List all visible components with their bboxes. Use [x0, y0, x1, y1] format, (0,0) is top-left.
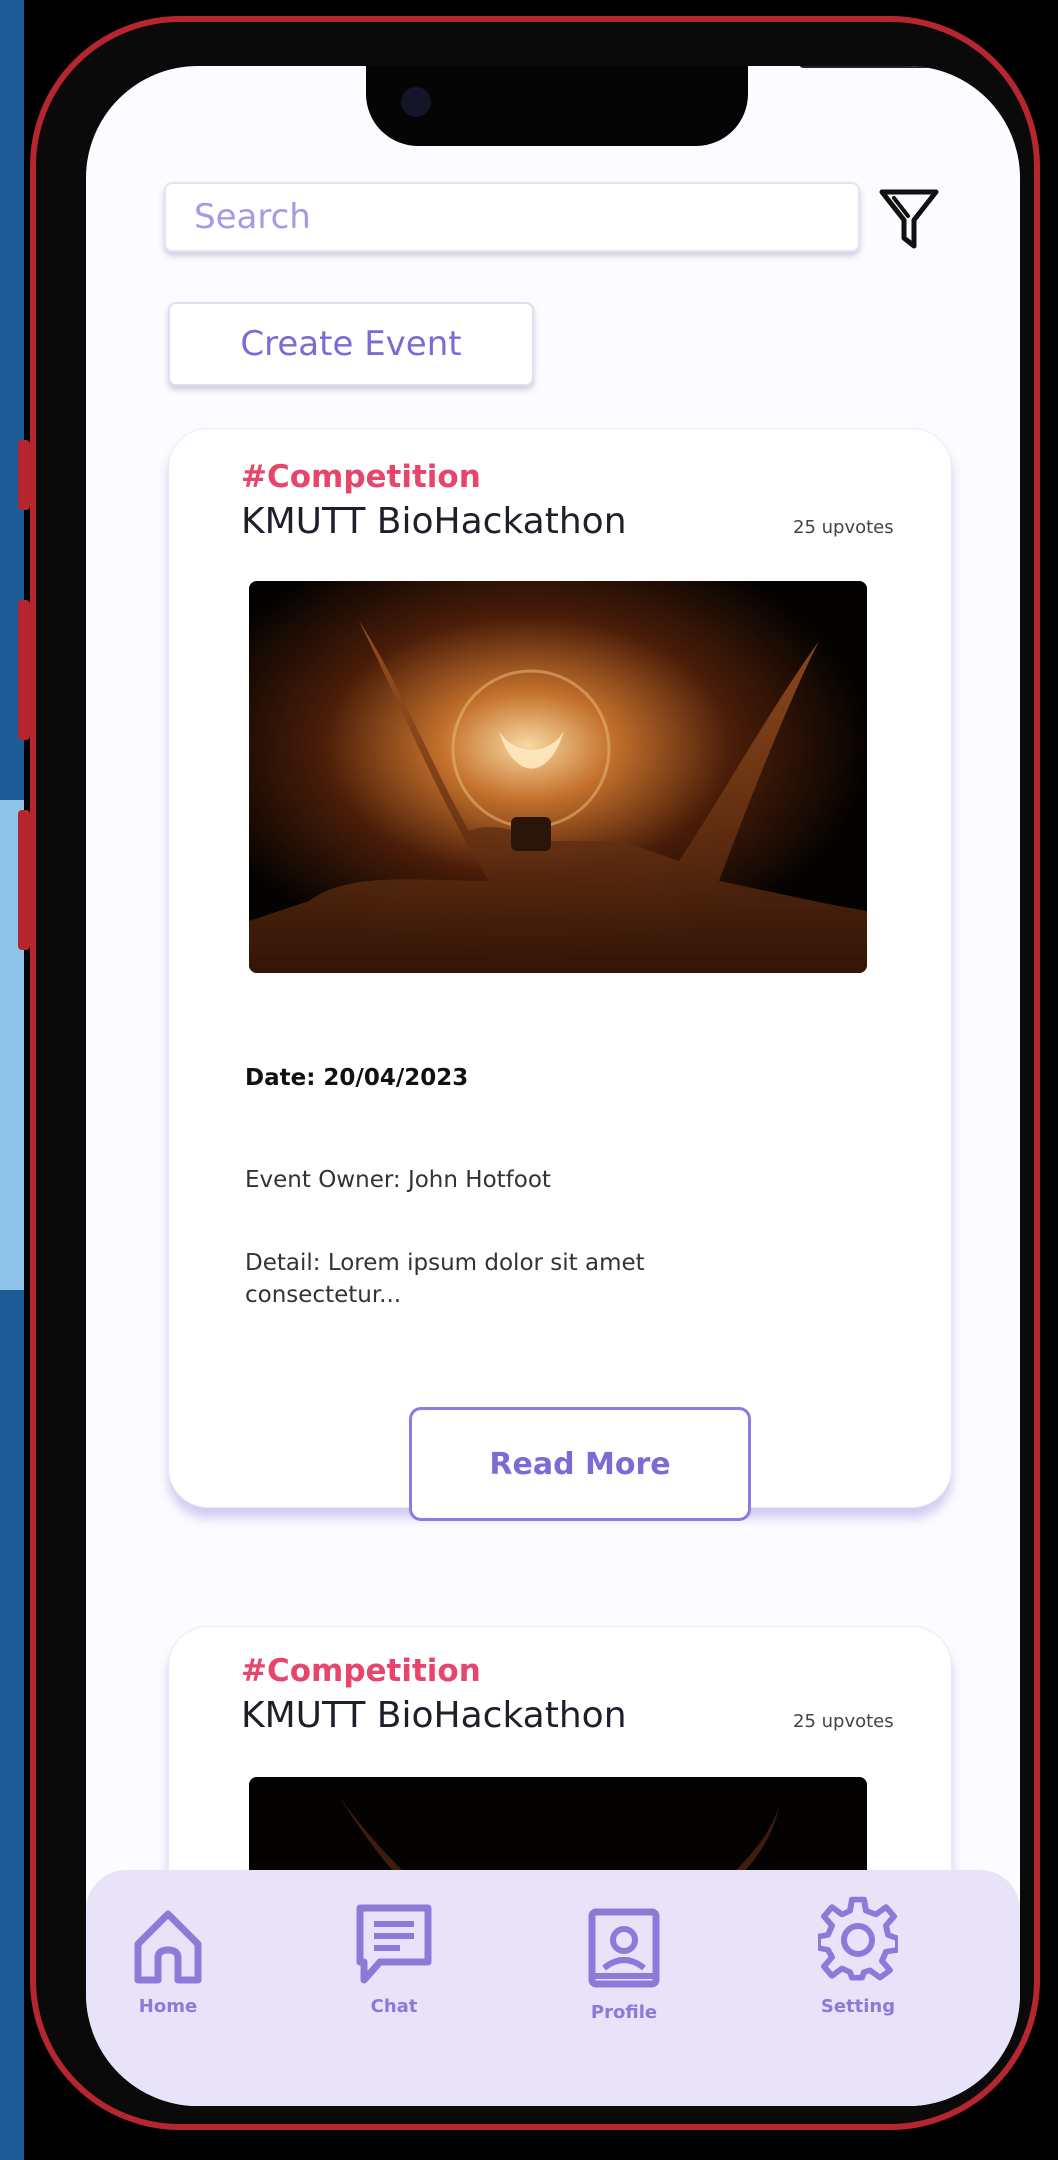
event-title: KMUTT BioHackathon	[241, 501, 627, 542]
event-detail: Detail: Lorem ipsum dolor sit amet conse…	[245, 1250, 645, 1308]
nav-item-profile[interactable]: Profile	[544, 1870, 704, 2106]
nav-label: Setting	[820, 1996, 896, 2017]
speaker-grille	[798, 66, 948, 68]
event-tag[interactable]: #Competition	[241, 1653, 481, 1689]
filter-icon[interactable]	[878, 186, 940, 252]
nav-item-chat[interactable]: Chat	[314, 1870, 474, 2106]
phone-side-button	[18, 600, 30, 740]
nav-item-home[interactable]: Home	[88, 1870, 248, 2106]
event-title: KMUTT BioHackathon	[241, 1695, 627, 1736]
search-input[interactable]	[164, 182, 860, 252]
event-owner: Event Owner: John Hotfoot	[245, 1167, 551, 1193]
nav-item-setting[interactable]: Setting	[778, 1870, 938, 2106]
event-date: Date: 20/04/2023	[245, 1065, 469, 1091]
event-tag[interactable]: #Competition	[241, 459, 481, 495]
nav-label: Profile	[590, 2002, 658, 2023]
event-image	[249, 581, 867, 973]
phone-side-button	[18, 440, 30, 510]
upvote-count: 25 upvotes	[793, 517, 894, 538]
phone-side-button	[18, 810, 30, 950]
gear-icon	[818, 1896, 898, 1981]
bottom-navigation: Home Chat Profile Setting	[86, 1870, 1020, 2106]
chat-icon	[356, 1904, 432, 1984]
nav-label: Chat	[370, 1996, 418, 2017]
upvote-count: 25 upvotes	[793, 1711, 894, 1732]
background-strip	[0, 1290, 24, 2160]
read-more-button[interactable]: Read More	[409, 1407, 751, 1521]
app-screen: Create Event #Competition KMUTT BioHacka…	[86, 66, 1020, 2106]
home-icon	[134, 1910, 202, 1984]
profile-icon	[588, 1908, 660, 1988]
create-event-button[interactable]: Create Event	[168, 302, 534, 386]
nav-label: Home	[138, 1996, 198, 2017]
event-card: #Competition KMUTT BioHackathon 25 upvot…	[168, 428, 952, 1521]
front-camera	[401, 87, 431, 117]
